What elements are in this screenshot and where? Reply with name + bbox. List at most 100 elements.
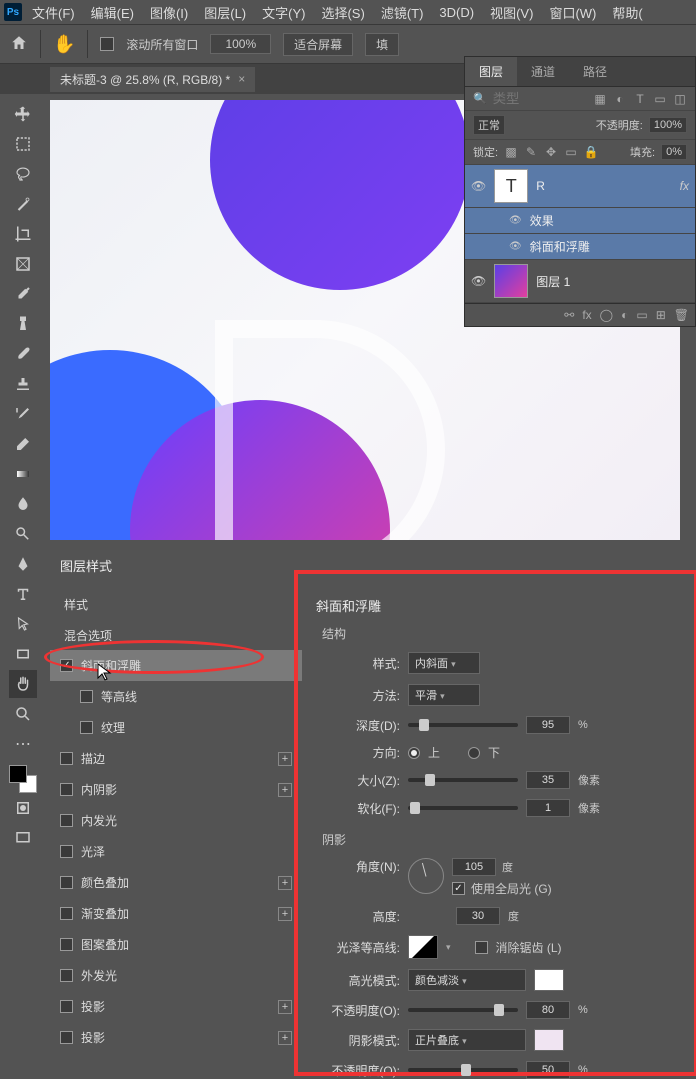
style-row-bevel[interactable]: 斜面和浮雕 [50,650,302,681]
add-effect-icon[interactable]: + [278,752,292,766]
style-row-pattern-overlay[interactable]: 图案叠加 [50,929,302,960]
size-slider[interactable] [408,778,518,782]
menu-filter[interactable]: 滤镜(T) [375,1,430,24]
shadow-mode-select[interactable]: 正片叠底 ▾ [408,1029,526,1051]
stamp-tool-icon[interactable] [9,370,37,398]
direction-down-radio[interactable] [468,747,480,759]
style-row-drop-shadow[interactable]: 投影+ [50,991,302,1022]
altitude-field[interactable]: 30 [456,907,500,925]
soften-field[interactable]: 1 [526,799,570,817]
visibility-icon[interactable]: 👁 [471,179,486,193]
path-select-tool-icon[interactable] [9,610,37,638]
technique-select[interactable]: 平滑 ▾ [408,684,480,706]
link-layers-icon[interactable]: ⚯ [564,308,574,322]
hand-tool-icon[interactable] [9,670,37,698]
lock-position-icon[interactable]: ✥ [544,145,558,159]
new-layer-icon[interactable]: ⊞ [656,308,666,322]
rectangle-tool-icon[interactable] [9,640,37,668]
layer-filter-input[interactable] [493,91,553,106]
style-checkbox[interactable] [80,690,93,703]
angle-dial[interactable] [408,858,444,894]
color-swatches[interactable] [9,765,37,793]
styles-header[interactable]: 样式 [50,588,302,621]
gradient-tool-icon[interactable] [9,460,37,488]
filter-image-icon[interactable]: ▦ [593,92,607,106]
layer-row[interactable]: 👁 T R fx [465,165,695,208]
style-row-satin[interactable]: 光泽 [50,836,302,867]
style-checkbox[interactable] [60,876,73,889]
screenmode-icon[interactable] [9,824,37,852]
highlight-mode-select[interactable]: 颜色减淡 ▾ [408,969,526,991]
style-checkbox[interactable] [80,721,93,734]
shadow-opacity-slider[interactable] [408,1068,518,1072]
filter-smart-icon[interactable]: ◫ [673,92,687,106]
add-effect-icon[interactable]: + [278,907,292,921]
shadow-opacity-field[interactable]: 50 [526,1061,570,1079]
bevel-style-select[interactable]: 内斜面 ▾ [408,652,480,674]
quickmask-icon[interactable] [9,794,37,822]
fit-screen-button[interactable]: 适合屏幕 [283,33,353,56]
style-checkbox[interactable] [60,659,73,672]
scroll-all-checkbox[interactable] [100,37,114,51]
home-icon[interactable] [10,34,28,55]
style-row-contour[interactable]: 等高线 [50,681,302,712]
more-tools-icon[interactable]: ⋯ [9,730,37,758]
style-checkbox[interactable] [60,783,73,796]
style-checkbox[interactable] [60,752,73,765]
highlight-color-swatch[interactable] [534,969,564,991]
lock-brush-icon[interactable]: ✎ [524,145,538,159]
filter-shape-icon[interactable]: ▭ [653,92,667,106]
style-row-inner-glow[interactable]: 内发光 [50,805,302,836]
menu-3d[interactable]: 3D(D) [433,3,480,22]
layer-effect-row[interactable]: 👁 效果 [465,208,695,234]
global-light-checkbox[interactable] [452,882,465,895]
visibility-icon[interactable]: 👁 [471,274,486,288]
frame-tool-icon[interactable] [9,250,37,278]
menu-layer[interactable]: 图层(L) [198,1,252,24]
style-row-gradient-overlay[interactable]: 渐变叠加+ [50,898,302,929]
adjustment-icon[interactable]: ◐ [621,308,628,322]
add-effect-icon[interactable]: + [278,876,292,890]
blending-options-row[interactable]: 混合选项 [50,621,302,650]
lock-all-icon[interactable]: 🔒 [584,145,598,159]
move-tool-icon[interactable] [9,100,37,128]
menu-select[interactable]: 选择(S) [315,1,370,24]
gloss-contour-swatch[interactable] [408,935,438,959]
lock-artboard-icon[interactable]: ▭ [564,145,578,159]
style-checkbox[interactable] [60,938,73,951]
highlight-opacity-field[interactable]: 80 [526,1001,570,1019]
style-checkbox[interactable] [60,969,73,982]
tab-paths[interactable]: 路径 [569,57,621,86]
menu-window[interactable]: 窗口(W) [543,1,602,24]
eraser-tool-icon[interactable] [9,430,37,458]
blur-tool-icon[interactable] [9,490,37,518]
menu-edit[interactable]: 编辑(E) [85,1,140,24]
pen-tool-icon[interactable] [9,550,37,578]
direction-up-radio[interactable] [408,747,420,759]
depth-field[interactable]: 95 [526,716,570,734]
layer-effect-row[interactable]: 👁 斜面和浮雕 [465,234,695,260]
type-tool-icon[interactable] [9,580,37,608]
menu-help[interactable]: 帮助( [606,1,648,24]
style-row-outer-glow[interactable]: 外发光 [50,960,302,991]
style-checkbox[interactable] [60,1000,73,1013]
chevron-down-icon[interactable]: ▾ [446,942,451,953]
zoom-tool-icon[interactable] [9,700,37,728]
zoom-level-field[interactable]: 100% [210,34,271,54]
tab-channels[interactable]: 通道 [517,57,569,86]
style-checkbox[interactable] [60,907,73,920]
fx-badge[interactable]: fx [680,179,689,193]
highlight-opacity-slider[interactable] [408,1008,518,1012]
visibility-icon[interactable]: 👁 [509,241,522,252]
document-tab[interactable]: 未标题-3 @ 25.8% (R, RGB/8) * × [50,67,255,92]
lock-pixels-icon[interactable]: ▩ [504,145,518,159]
hand-tool-icon[interactable]: ✋ [53,34,75,55]
angle-field[interactable]: 105 [452,858,496,876]
add-effect-icon[interactable]: + [278,1031,292,1045]
shadow-color-swatch[interactable] [534,1029,564,1051]
filter-type-icon[interactable]: T [633,92,647,106]
healing-tool-icon[interactable] [9,310,37,338]
fx-icon[interactable]: fx [582,308,591,322]
filter-adjust-icon[interactable]: ◐ [613,92,627,106]
soften-slider[interactable] [408,806,518,810]
